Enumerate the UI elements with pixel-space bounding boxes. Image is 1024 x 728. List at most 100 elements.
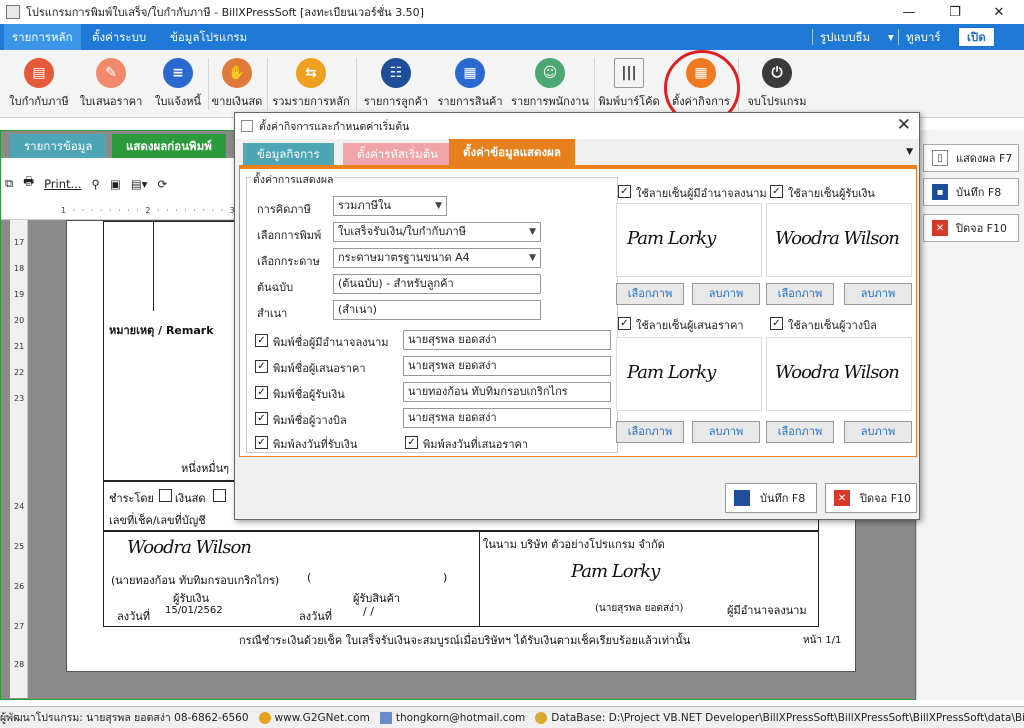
copy-input[interactable]: (สำเนา) <box>333 300 541 320</box>
show-button[interactable]: ▯ แสดงผล F7 <box>923 144 1019 172</box>
print-icon[interactable]: 🖶 <box>23 174 34 193</box>
close-screen-button[interactable]: ✕ ปิดจอ F10 <box>923 214 1019 242</box>
signature-image: Pam Lorky <box>627 362 716 383</box>
minimize-button[interactable]: — <box>886 0 932 24</box>
print-receive-date-checkbox[interactable]: ✓ <box>255 436 268 449</box>
tab-list-dropdown-icon[interactable]: ▼ <box>906 147 913 157</box>
use-receiver-sig-label: ใช้ลายเซ็นผู้รับเงิน <box>788 187 875 200</box>
product-list-label: รายการสินค้า <box>437 95 503 108</box>
use-biller-sig-checkbox[interactable]: ✓ <box>770 317 783 330</box>
delete-image-button[interactable]: ลบภาพ <box>844 421 912 443</box>
tax-invoice-icon: ▤ <box>24 58 54 88</box>
use-authorized-sig-checkbox[interactable]: ✓ <box>618 185 631 198</box>
tab-code-settings[interactable]: ตั้งค่ารหัสเริ่มต้น <box>343 143 453 165</box>
pay-by-label: ชำระโดย <box>109 492 154 505</box>
copy-icon[interactable]: ⧉ <box>5 176 13 191</box>
layout-icon[interactable]: ▤▾ <box>131 177 148 191</box>
print-receiver-checkbox[interactable]: ✓ <box>255 386 268 399</box>
product-list-button[interactable]: ▦ รายการสินค้า <box>434 54 506 110</box>
original-input[interactable]: (ต้นฉบับ) - สำหรับลูกค้า <box>333 274 541 294</box>
invoice-label: ใบแจ้งหนี้ <box>154 95 202 108</box>
employee-list-label: รายการพนักงาน <box>511 95 589 108</box>
customer-list-button[interactable]: ☷ รายการลูกค้า <box>360 54 432 110</box>
tab-main[interactable]: รายการหลัก <box>4 24 81 50</box>
line-number: 28 <box>14 660 25 669</box>
find-icon[interactable]: ⚲ <box>92 177 100 191</box>
delete-image-button[interactable]: ลบภาพ <box>692 283 760 305</box>
print-quoter-checkbox[interactable]: ✓ <box>255 360 268 373</box>
refresh-icon[interactable]: ⟳ <box>157 177 167 191</box>
select-image-button[interactable]: เลือกภาพ <box>616 421 684 443</box>
database-path: DataBase: D:\Project VB.NET Developer\Bi… <box>551 711 1024 724</box>
dialog-save-button[interactable]: บันทึก F8 <box>725 483 817 513</box>
use-receiver-sig-checkbox[interactable]: ✓ <box>770 185 783 198</box>
cash-sale-button[interactable]: ✋ ขายเงินสด <box>208 54 266 110</box>
delete-image-button[interactable]: ลบภาพ <box>692 421 760 443</box>
tab-program-info[interactable]: ข้อมูลโปรแกรม <box>162 24 255 50</box>
print-type-select[interactable]: ใบเสร็จรับเงิน/ใบกำกับภาษี ▼ <box>333 222 541 242</box>
title-bar: โปรแกรมการพิมพ์ใบเสร็จ/ใบกำกับภาษี - Bil… <box>0 0 1024 24</box>
quoter-name-input[interactable]: นายสุรพล ยอดสง่า <box>403 356 611 376</box>
merge-items-button[interactable]: ⇆ รวมรายการหลัก <box>268 54 354 110</box>
select-image-button[interactable]: เลือกภาพ <box>766 421 834 443</box>
tab-company-info[interactable]: ข้อมูลกิจการ <box>243 143 334 165</box>
use-quoter-sig-label: ใช้ลายเซ็นผู้เสนอราคา <box>636 319 744 332</box>
line-number: 18 <box>14 264 25 273</box>
copy-label: สำเนา <box>257 307 288 320</box>
tab-form-style[interactable]: รูปแบบธีม <box>812 24 878 50</box>
website-segment: www.G2GNet.com <box>258 711 370 724</box>
tab-system-settings[interactable]: ตั้งค่าระบบ <box>84 24 154 50</box>
open-button[interactable]: เปิด <box>958 27 995 47</box>
exit-program-button[interactable]: ⏻ จบโปรแกรม <box>742 54 812 110</box>
receiver-name: (นายทองก้อน ทับทิมกรอบเกริกไกร) <box>111 574 280 587</box>
tab-data-list[interactable]: รายการข้อมูล <box>10 134 107 158</box>
tax-invoice-label: ใบกำกับภาษี <box>9 95 69 108</box>
use-quoter-sig-checkbox[interactable]: ✓ <box>618 317 631 330</box>
print-biller-checkbox[interactable]: ✓ <box>255 412 268 425</box>
print-quote-date-checkbox[interactable]: ✓ <box>405 436 418 449</box>
dialog-icon <box>241 120 253 132</box>
tab-print-preview[interactable]: แสดงผลก่อนพิมพ์ <box>112 134 226 158</box>
paper-label: เลือกกระดาษ <box>257 255 320 268</box>
email-link[interactable]: thongkorn@hotmail.com <box>396 712 525 724</box>
close-icon: ✕ <box>932 220 948 236</box>
globe-icon <box>258 711 271 724</box>
date-value-2: / / <box>363 605 374 618</box>
biller-name-input[interactable]: นายสุรพล ยอดสง่า <box>403 408 611 428</box>
select-image-button[interactable]: เลือกภาพ <box>766 283 834 305</box>
cash-sale-label: ขายเงินสด <box>211 95 263 108</box>
dialog-close-button[interactable]: ✕ <box>897 115 911 135</box>
paper-select[interactable]: กระดาษมาตรฐานขนาด A4 ▼ <box>333 248 541 268</box>
close-window-button[interactable]: ✕ <box>976 0 1022 24</box>
select-image-button[interactable]: เลือกภาพ <box>616 283 684 305</box>
restore-button[interactable]: ❐ <box>932 0 978 24</box>
print-barcode-button[interactable]: ||| พิมพ์บาร์โค้ด <box>596 54 662 110</box>
invoice-button[interactable]: ≡ ใบแจ้งหนี้ <box>150 54 206 110</box>
ribbon-toolbar: ▤ ใบกำกับภาษี ✎ ใบเสนอราคา ≡ ใบแจ้งหนี้ … <box>0 50 1024 118</box>
merge-items-icon: ⇆ <box>296 58 326 88</box>
authorized-name-input[interactable]: นายสุรพล ยอดสง่า <box>403 330 611 350</box>
print-button[interactable]: Print... <box>44 177 81 191</box>
print-authorized-checkbox[interactable]: ✓ <box>255 334 268 347</box>
print-type-value: ใบเสร็จรับเงิน/ใบกำกับภาษี <box>338 225 466 238</box>
dialog-close-screen-button[interactable]: ✕ ปิดจอ F10 <box>825 483 917 513</box>
quotation-button[interactable]: ✎ ใบเสนอราคา <box>76 54 146 110</box>
ribbon-tabs: รายการหลัก ตั้งค่าระบบ ข้อมูลโปรแกรม รูป… <box>0 24 1024 50</box>
product-list-icon: ▦ <box>455 58 485 88</box>
delete-image-button[interactable]: ลบภาพ <box>844 283 912 305</box>
page-setup-icon[interactable]: ▣ <box>110 177 121 191</box>
print-quoter-label: พิมพ์ชื่อผู้เสนอราคา <box>273 362 366 375</box>
cash-checkbox <box>159 489 172 502</box>
save-button[interactable]: ▪ บันทึก F8 <box>923 178 1019 206</box>
tab-toolbar[interactable]: ทูลบาร์ <box>898 24 949 50</box>
tab-display-settings[interactable]: ตั้งค่าข้อมูลแสดงผล <box>449 139 575 165</box>
receiver-name-input[interactable]: นายทองก้อน ทับทิมกรอบเกริกไกร <box>403 382 611 402</box>
website-link[interactable]: www.G2GNet.com <box>275 712 370 724</box>
employee-list-button[interactable]: ☺ รายการพนักงาน <box>508 54 592 110</box>
print-type-label: เลือกการพิมพ์ <box>257 229 322 242</box>
authorized-sig-image: Pam Lorky <box>616 203 762 277</box>
customer-list-label: รายการลูกค้า <box>363 95 429 108</box>
tax-invoice-button[interactable]: ▤ ใบกำกับภาษี <box>6 54 72 110</box>
tax-calc-select[interactable]: รวมภาษีใน ▼ <box>333 196 447 216</box>
date-label-2: ลงวันที่ <box>299 610 333 623</box>
